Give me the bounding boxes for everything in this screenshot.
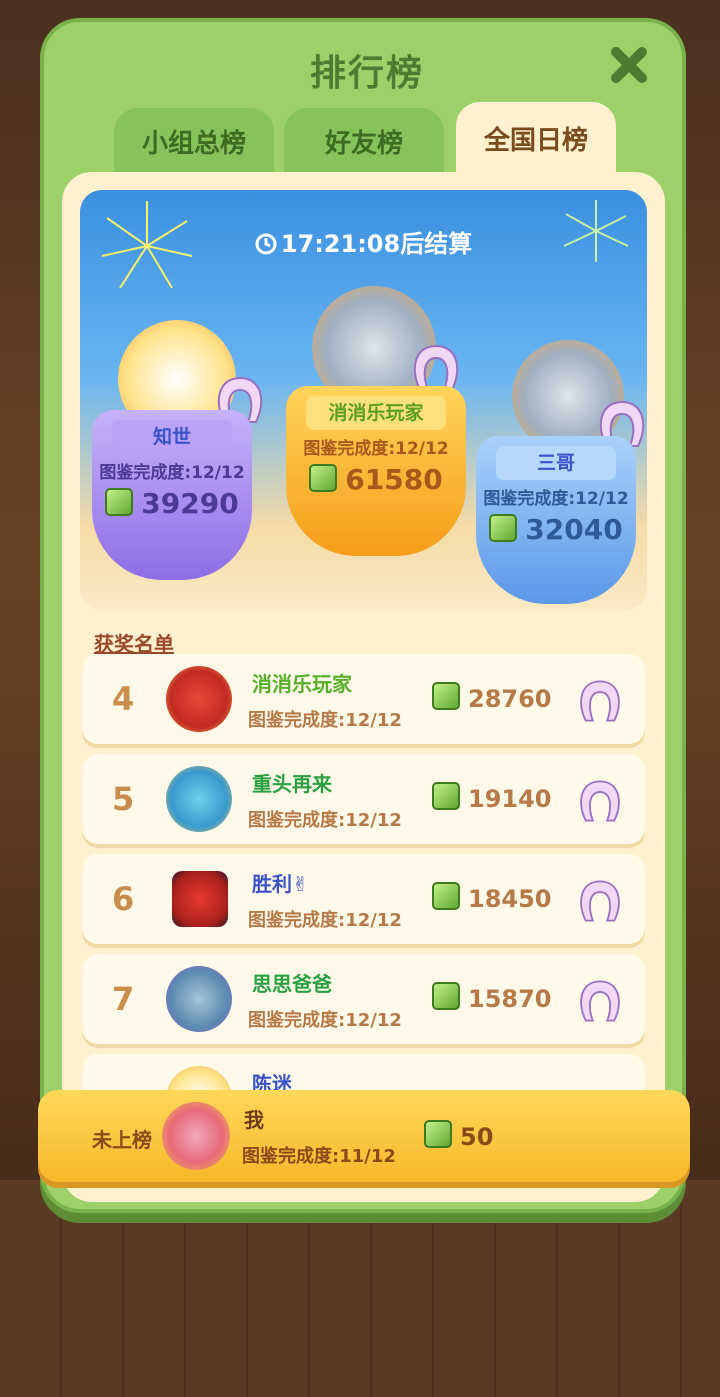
panel-title: 排行榜 [309,53,424,94]
podium-area: 17:21:08后结算 知世 图鉴完成度:12/12 39290 消消乐玩家 图… [80,190,647,610]
podium-score: 61580 [286,463,466,496]
cushion-icon [580,680,620,722]
gem-icon [105,488,134,516]
avatar [166,766,232,832]
player-name: 胜利✌ [252,872,309,896]
avatar [166,666,232,732]
gem-icon [309,464,338,492]
podium-rank-2: 知世 图鉴完成度:12/12 39290 [92,410,252,580]
my-name: 我 [244,1108,264,1132]
list-item[interactable]: 5 重头再来 图鉴完成度:12/12 19140 [82,754,645,844]
tab-friends[interactable]: 好友榜 [284,108,444,180]
cushion-icon [580,880,620,922]
podium-completion: 图鉴完成度:12/12 [99,463,245,483]
podium-completion: 图鉴完成度:12/12 [303,439,449,459]
avatar [172,871,228,927]
podium-name: 知世 [112,420,232,454]
cushion-icon [580,780,620,822]
podium-rank-3: 三哥 图鉴完成度:12/12 32040 [476,436,636,604]
score: 28760 [432,682,552,713]
list-item[interactable]: 4 消消乐玩家 图鉴完成度:12/12 28760 [82,654,645,744]
awards-list-title: 获奖名单 [94,632,174,656]
list-item[interactable]: 7 思思爸爸 图鉴完成度:12/12 15870 [82,954,645,1044]
podium-name: 消消乐玩家 [306,396,446,430]
gem-icon [432,682,460,710]
podium-name: 三哥 [496,446,616,480]
score: 18450 [432,882,552,913]
gem-icon [432,782,460,810]
cushion-icon [580,980,620,1022]
countdown-timer: 17:21:08后结算 [80,224,647,259]
player-name: 思思爸爸 [252,972,332,996]
timer-text: 17:21:08后结算 [280,230,473,258]
my-rank-bar[interactable]: 未上榜 我 图鉴完成度:11/12 50 [38,1090,690,1182]
leaderboard-panel: 排行榜 小组总榜 好友榜 全国日榜 17:21:08后结算 知世 图鉴完成度:1… [40,18,686,1213]
gem-icon [432,982,460,1010]
rank-number: 7 [112,980,135,1018]
my-completion: 图鉴完成度:11/12 [242,1146,396,1167]
my-avatar [162,1102,230,1170]
avatar [166,966,232,1032]
player-name: 消消乐玩家 [252,672,352,696]
gem-icon [424,1120,452,1148]
score: 15870 [432,982,552,1013]
gem-icon [432,882,460,910]
rank-number: 5 [112,780,135,818]
podium-rank-1: 消消乐玩家 图鉴完成度:12/12 61580 [286,386,466,556]
gem-icon [489,514,518,542]
podium-completion: 图鉴完成度:12/12 [483,489,629,509]
my-score: 50 [424,1120,493,1151]
completion-text: 图鉴完成度:12/12 [248,810,402,831]
completion-text: 图鉴完成度:12/12 [248,910,402,931]
rank-number: 6 [112,880,135,918]
rank-number: 4 [112,680,135,718]
board-content: 17:21:08后结算 知世 图鉴完成度:12/12 39290 消消乐玩家 图… [62,172,665,1202]
completion-text: 图鉴完成度:12/12 [248,1010,402,1031]
podium-score: 32040 [476,513,636,546]
list-item[interactable]: 6 胜利✌ 图鉴完成度:12/12 18450 [82,854,645,944]
completion-text: 图鉴完成度:12/12 [248,710,402,731]
podium-score: 39290 [92,487,252,520]
clock-icon [255,233,277,255]
close-icon[interactable] [608,44,650,86]
player-name: 重头再来 [252,772,332,796]
my-rank-status: 未上榜 [92,1128,152,1152]
tab-group-total[interactable]: 小组总榜 [114,108,274,180]
score: 19140 [432,782,552,813]
